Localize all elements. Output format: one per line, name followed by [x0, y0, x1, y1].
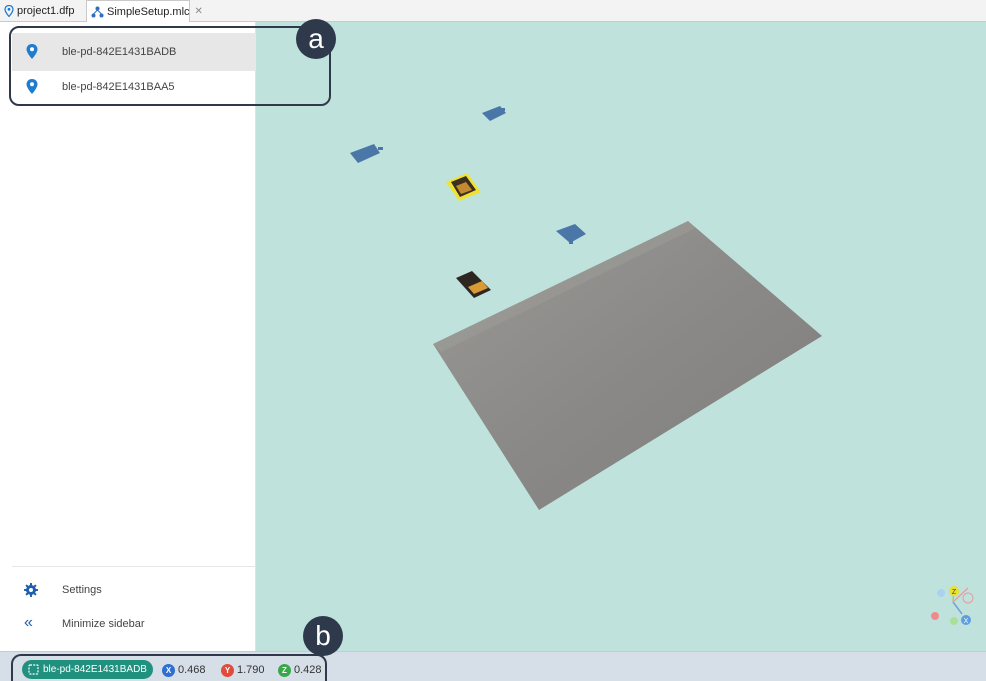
editor-tab-bar: project1.dfp SimpleSetup.mlc ✕: [0, 0, 986, 22]
close-icon[interactable]: ✕: [195, 6, 203, 17]
tab-project1[interactable]: project1.dfp: [4, 0, 84, 22]
sidebar-divider: [12, 566, 256, 567]
network-icon: [91, 6, 104, 18]
tab-label: project1.dfp: [17, 5, 75, 17]
callout-box-a: [9, 26, 331, 106]
tab-simplesetup[interactable]: SimpleSetup.mlc ✕: [86, 0, 203, 22]
location-pin-icon: [4, 5, 14, 17]
minimize-sidebar-label: Minimize sidebar: [62, 618, 145, 630]
3d-scene: Z X: [350, 106, 974, 625]
3d-viewport[interactable]: Z X: [256, 22, 986, 651]
anchor-icon[interactable]: [350, 144, 383, 163]
minimize-sidebar-button[interactable]: « Minimize sidebar: [12, 609, 256, 639]
gear-icon: [24, 583, 38, 600]
tab-label: SimpleSetup.mlc: [107, 5, 190, 18]
gizmo-x-label: X: [964, 618, 969, 625]
selected-tag-device[interactable]: [446, 173, 481, 201]
anchor-icon[interactable]: [482, 106, 506, 121]
settings-label: Settings: [62, 584, 102, 596]
floor-plane[interactable]: [433, 221, 822, 510]
callout-badge-b: b: [303, 616, 343, 656]
double-chevron-left-icon: «: [24, 614, 33, 631]
axis-gizmo[interactable]: Z X: [931, 586, 974, 625]
tag-device[interactable]: [456, 271, 491, 298]
callout-badge-a: a: [296, 19, 336, 59]
anchor-icon[interactable]: [556, 224, 586, 244]
gizmo-z-label: Z: [952, 589, 957, 596]
callout-box-b: [11, 654, 327, 681]
sidebar: ble-pd-842E1431BADB ble-pd-842E1431BAA5 …: [0, 22, 256, 651]
settings-button[interactable]: Settings: [12, 575, 256, 605]
